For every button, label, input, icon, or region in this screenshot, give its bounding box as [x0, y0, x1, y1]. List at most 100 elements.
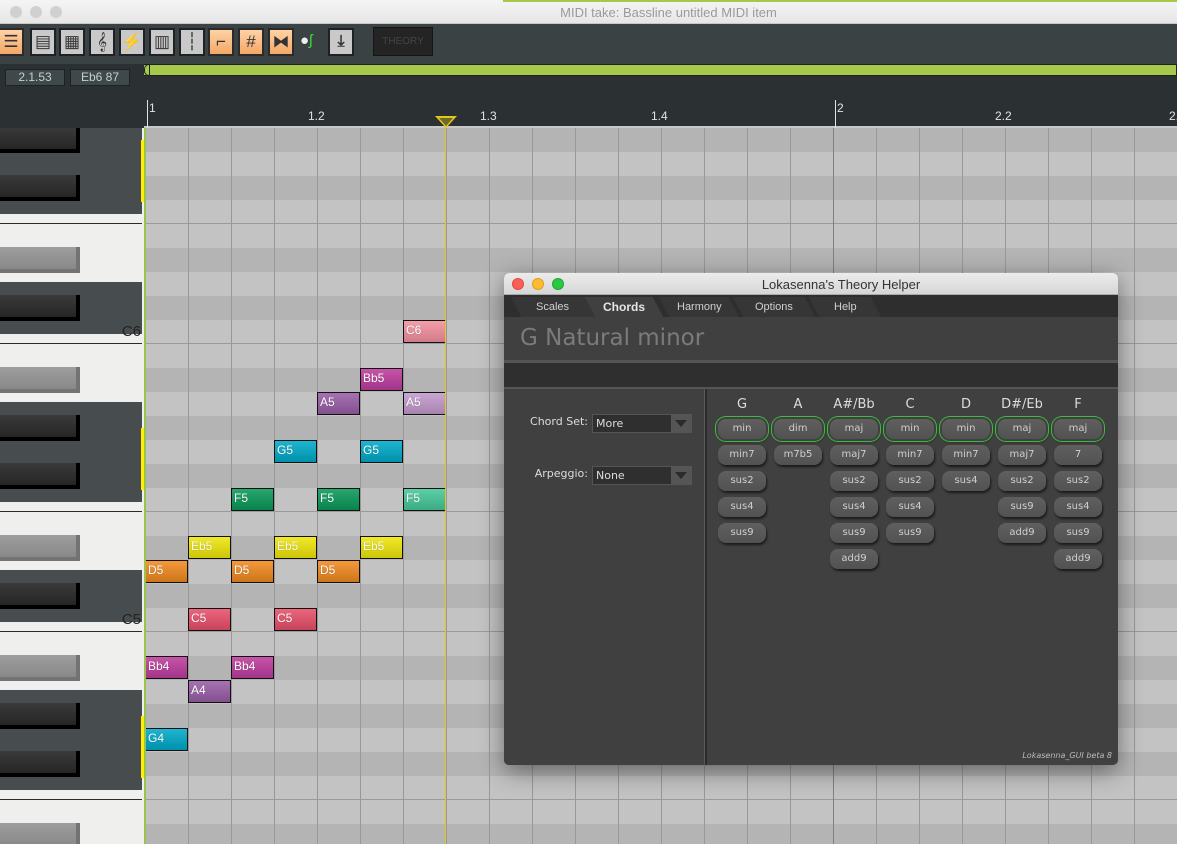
black-key[interactable] — [0, 535, 80, 561]
chord-button[interactable]: sus2 — [886, 471, 934, 491]
midi-note[interactable]: C5 — [188, 608, 231, 631]
chord-set-dropdown[interactable]: More — [592, 414, 692, 433]
chord-button[interactable]: maj — [830, 419, 878, 439]
black-key[interactable] — [0, 247, 80, 273]
midi-note[interactable]: D5 — [317, 560, 360, 583]
black-key[interactable] — [0, 415, 80, 441]
grid-button[interactable]: # — [238, 28, 264, 56]
midi-note[interactable]: A5 — [403, 392, 446, 415]
chord-button[interactable]: maj7 — [998, 445, 1046, 465]
timeline-ruler[interactable]: 1 1.2 1.3 1.4 2 2.2 2. — [144, 76, 1177, 128]
midi-note[interactable]: Eb5 — [188, 536, 231, 559]
grid-line — [360, 128, 361, 844]
named-notes-view-button[interactable]: ▤ — [30, 28, 56, 56]
midi-note[interactable]: G4 — [146, 728, 188, 751]
step-input-button[interactable]: ⚡ — [119, 28, 145, 56]
midi-note[interactable]: Bb5 — [360, 368, 403, 391]
chord-button[interactable]: sus2 — [718, 471, 766, 491]
midi-note[interactable]: C6 — [403, 320, 446, 343]
play-cursor-marker[interactable] — [435, 116, 457, 128]
midi-note[interactable]: A5 — [317, 392, 360, 415]
chord-button[interactable]: add9 — [830, 549, 878, 569]
tab-chords[interactable]: Chords — [584, 297, 664, 317]
black-key[interactable] — [0, 703, 80, 729]
cc-lanes-button[interactable]: ▥ — [149, 28, 175, 56]
theory-helper-titlebar: Lokasenna's Theory Helper — [504, 273, 1118, 295]
chord-button[interactable]: min — [718, 419, 766, 439]
midi-note[interactable]: Eb5 — [274, 536, 317, 559]
chord-button[interactable]: sus4 — [718, 497, 766, 517]
chord-button[interactable]: m7b5 — [774, 445, 822, 465]
piano-keyboard[interactable]: C6 C5 — [0, 128, 144, 844]
snap-button[interactable]: ⌐ — [208, 28, 234, 56]
midi-note[interactable]: D5 — [146, 560, 188, 583]
black-key[interactable] — [0, 655, 80, 681]
tab-help[interactable]: Help — [808, 297, 882, 317]
chord-button[interactable]: dim — [774, 419, 822, 439]
chord-button[interactable]: maj — [998, 419, 1046, 439]
arpeggio-dropdown[interactable]: None — [592, 466, 692, 485]
event-list-view-button[interactable]: ▦ — [59, 28, 85, 56]
grid-lanes-button[interactable]: ┆ — [179, 28, 205, 56]
chord-button[interactable]: sus2 — [830, 471, 878, 491]
black-key[interactable] — [0, 583, 80, 609]
grid-icon: # — [246, 32, 256, 51]
midi-note[interactable]: G5 — [360, 440, 403, 463]
tab-harmony[interactable]: Harmony — [658, 297, 740, 317]
white-key-divider — [0, 511, 142, 512]
chord-button[interactable]: sus4 — [942, 471, 990, 491]
black-key[interactable] — [0, 128, 80, 153]
black-key[interactable] — [0, 751, 80, 777]
cc-lanes-icon: ▥ — [153, 32, 171, 51]
midi-note[interactable]: Bb4 — [231, 656, 274, 679]
chord-button[interactable]: sus4 — [830, 497, 878, 517]
chord-button[interactable]: sus9 — [998, 497, 1046, 517]
chord-button[interactable]: sus2 — [1054, 471, 1102, 491]
midi-note[interactable]: D5 — [231, 560, 274, 583]
mirror-button[interactable]: ⧓ — [268, 28, 294, 56]
chord-button[interactable]: sus2 — [998, 471, 1046, 491]
chord-button[interactable]: min7 — [942, 445, 990, 465]
chord-button[interactable]: min — [942, 419, 990, 439]
chord-button[interactable]: min — [886, 419, 934, 439]
grid-line — [446, 128, 447, 844]
export-button[interactable]: ⤓ — [328, 28, 354, 56]
midi-note[interactable]: C5 — [274, 608, 317, 631]
notation-view-button[interactable]: 𝄞 — [89, 28, 115, 56]
chord-button[interactable]: sus9 — [718, 523, 766, 543]
chord-button[interactable]: sus4 — [1054, 497, 1102, 517]
midi-note[interactable]: Bb4 — [146, 656, 188, 679]
white-key-divider — [0, 343, 142, 344]
chord-button[interactable]: maj — [1054, 419, 1102, 439]
piano-roll-view-button[interactable]: ☰ — [0, 28, 24, 56]
chord-button[interactable]: sus9 — [886, 523, 934, 543]
midi-note[interactable]: G5 — [274, 440, 317, 463]
chord-button[interactable]: 7 — [1054, 445, 1102, 465]
chord-button[interactable]: sus9 — [830, 523, 878, 543]
midi-note[interactable]: A4 — [188, 680, 231, 703]
black-key[interactable] — [0, 367, 80, 393]
note-readout: Eb6 87 — [70, 69, 130, 86]
black-key[interactable] — [0, 175, 80, 201]
chord-button[interactable]: add9 — [1054, 549, 1102, 569]
loop-start-handle[interactable] — [144, 64, 150, 76]
black-key[interactable] — [0, 463, 80, 489]
loop-range-bar[interactable] — [144, 64, 1177, 76]
midi-note[interactable]: F5 — [403, 488, 446, 511]
chord-button[interactable]: sus4 — [886, 497, 934, 517]
midi-note[interactable]: F5 — [231, 488, 274, 511]
theory-button[interactable]: THEORY — [373, 27, 433, 56]
black-key[interactable] — [0, 295, 80, 321]
midi-note[interactable]: Eb5 — [360, 536, 403, 559]
chord-button[interactable]: add9 — [998, 523, 1046, 543]
tab-options[interactable]: Options — [732, 297, 816, 317]
midi-note[interactable]: F5 — [317, 488, 360, 511]
chord-button[interactable]: min7 — [718, 445, 766, 465]
chord-button[interactable]: maj7 — [830, 445, 878, 465]
chord-button[interactable]: sus9 — [1054, 523, 1102, 543]
footprint-icon[interactable]: ●ʃ — [300, 32, 312, 49]
black-key[interactable] — [0, 823, 80, 844]
chord-button[interactable]: min7 — [886, 445, 934, 465]
tab-scales[interactable]: Scales — [510, 297, 596, 317]
tab-label: Help — [833, 301, 857, 313]
